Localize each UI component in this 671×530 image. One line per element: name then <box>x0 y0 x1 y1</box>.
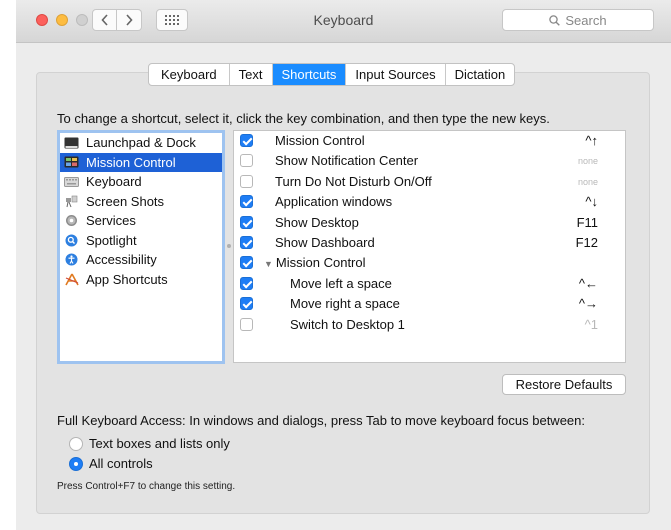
shortcut-row[interactable]: Switch to Desktop 1 ^1 <box>234 315 625 335</box>
shortcut-checkbox[interactable] <box>240 174 253 188</box>
category-label: Accessibility <box>86 252 157 268</box>
shortcut-row[interactable]: Show Desktop F11 <box>234 213 625 233</box>
launchpad-dock-icon <box>64 136 79 149</box>
shortcut-key[interactable]: ^↑ <box>585 133 598 148</box>
shortcut-label: Application windows <box>275 194 393 210</box>
tab-keyboard[interactable]: Keyboard <box>149 64 229 85</box>
title-bar: Keyboard Search <box>16 0 671 43</box>
shortcut-label: Move right a space <box>290 296 400 312</box>
tab-text[interactable]: Text <box>228 64 272 85</box>
tab-shortcuts[interactable]: Shortcuts <box>271 64 346 85</box>
shortcut-checkbox[interactable] <box>240 195 253 209</box>
category-label: Spotlight <box>86 232 137 248</box>
mission-control-icon <box>64 156 79 169</box>
disclosure-triangle-icon[interactable]: ▼ <box>264 259 273 269</box>
shortcut-label: Move left a space <box>290 275 392 291</box>
search-icon <box>549 14 561 26</box>
spotlight-icon <box>64 234 79 247</box>
instructions-text: To change a shortcut, select it, click t… <box>57 111 550 126</box>
shortcut-key[interactable]: none <box>578 177 598 187</box>
shortcut-row[interactable]: Mission Control ^↑ <box>234 131 625 151</box>
shortcut-key[interactable]: none <box>578 156 598 166</box>
shortcut-row[interactable]: Turn Do Not Disturb On/Off none <box>234 172 625 192</box>
radio-label[interactable]: All controls <box>89 456 153 471</box>
shortcut-key[interactable]: F11 <box>577 215 598 230</box>
shortcut-row[interactable]: Move left a space ^← <box>234 274 625 294</box>
shortcut-checkbox[interactable] <box>240 297 253 311</box>
shortcut-key[interactable]: ^1 <box>585 317 598 332</box>
shortcut-checkbox[interactable] <box>240 215 253 229</box>
shortcut-key[interactable]: F12 <box>576 235 598 250</box>
keyboard-icon <box>64 175 79 188</box>
category-label: App Shortcuts <box>86 271 168 287</box>
category-item-app-shortcuts[interactable]: App Shortcuts <box>60 270 222 290</box>
shortcut-label: Switch to Desktop 1 <box>290 316 405 332</box>
shortcut-checkbox[interactable] <box>240 317 253 331</box>
category-label: Keyboard <box>86 174 142 190</box>
gear-icon <box>64 214 79 227</box>
category-label: Launchpad & Dock <box>86 135 196 151</box>
radio-text-boxes-lists[interactable] <box>69 437 83 451</box>
tab-input-sources[interactable]: Input Sources <box>345 64 444 85</box>
shortcut-row[interactable]: Application windows ^↓ <box>234 192 625 212</box>
shortcut-checkbox[interactable] <box>240 134 253 147</box>
shortcut-label: Show Desktop <box>275 214 359 230</box>
category-label: Mission Control <box>86 154 176 170</box>
shortcut-group-row[interactable]: ▼ Mission Control <box>234 253 625 273</box>
shortcut-label: Turn Do Not Disturb On/Off <box>275 173 432 189</box>
category-item-mission-control[interactable]: Mission Control <box>60 152 222 172</box>
category-item-spotlight[interactable]: Spotlight <box>60 231 222 251</box>
shortcut-checkbox[interactable] <box>240 154 253 168</box>
category-item-accessibility[interactable]: Accessibility <box>60 250 222 270</box>
radio-label[interactable]: Text boxes and lists only <box>89 436 230 451</box>
shortcut-checkbox[interactable] <box>240 235 253 249</box>
shortcut-group-label: Mission Control <box>275 255 366 271</box>
full-keyboard-access-label: Full Keyboard Access: In windows and dia… <box>57 413 585 428</box>
category-item-services[interactable]: Services <box>60 211 222 231</box>
shortcut-row[interactable]: Show Notification Center none <box>234 151 625 171</box>
category-label: Services <box>86 213 136 229</box>
category-item-launchpad-dock[interactable]: Launchpad & Dock <box>60 133 222 153</box>
tab-bar: Keyboard Text Shortcuts Input Sources Di… <box>148 63 516 86</box>
shortcut-row[interactable]: Move right a space ^→ <box>234 294 625 314</box>
shortcut-checkbox[interactable] <box>240 276 253 290</box>
split-view-divider[interactable] <box>227 244 231 248</box>
shortcut-list[interactable]: Mission Control ^↑ Show Notification Cen… <box>233 130 626 363</box>
radio-all-controls[interactable] <box>69 457 83 471</box>
category-list[interactable]: Launchpad & Dock Mission Control Keyboar… <box>57 130 225 364</box>
screenshot-icon <box>64 195 79 208</box>
shortcut-label: Show Dashboard <box>275 234 375 250</box>
tab-dictation[interactable]: Dictation <box>444 64 515 85</box>
restore-defaults-button[interactable]: Restore Defaults <box>502 374 626 395</box>
app-shortcuts-icon <box>64 273 79 286</box>
shortcut-key[interactable]: ^← <box>579 276 598 291</box>
accessibility-icon <box>64 253 79 266</box>
category-label: Screen Shots <box>86 193 165 209</box>
shortcut-label: Mission Control <box>275 133 365 148</box>
shortcut-label: Show Notification Center <box>275 153 419 169</box>
shortcut-row[interactable]: Show Dashboard F12 <box>234 233 625 253</box>
category-item-keyboard[interactable]: Keyboard <box>60 172 222 192</box>
search-placeholder: Search <box>565 12 607 28</box>
shortcut-checkbox[interactable] <box>240 256 253 270</box>
shortcut-key[interactable]: ^→ <box>579 296 598 311</box>
category-item-screen-shots[interactable]: Screen Shots <box>60 192 222 212</box>
search-field[interactable]: Search <box>502 9 654 31</box>
control-f7-note: Press Control+F7 to change this setting. <box>57 481 236 492</box>
shortcut-key[interactable]: ^↓ <box>585 194 598 209</box>
